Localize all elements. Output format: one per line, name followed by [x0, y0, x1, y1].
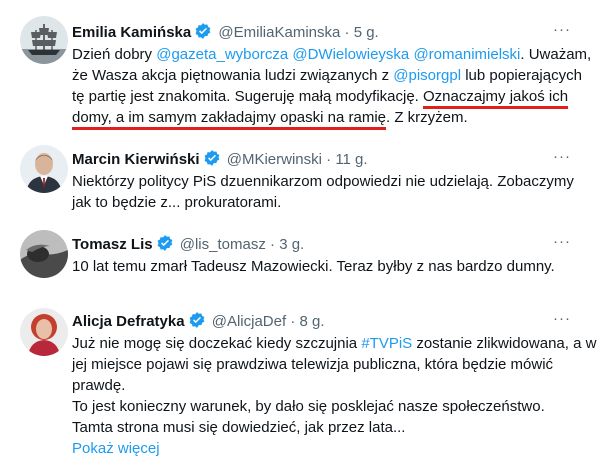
mention-link[interactable]: @pisorgpl [393, 67, 461, 84]
more-options-icon[interactable]: ··· [553, 232, 571, 252]
timestamp[interactable]: 8 g. [300, 313, 325, 330]
mention-link[interactable]: @gazeta_wyborcza [156, 46, 288, 63]
more-options-icon[interactable]: ··· [553, 20, 571, 40]
hashtag-link[interactable]: #TVPiS [361, 335, 412, 352]
more-options-icon[interactable]: ··· [553, 309, 571, 329]
verified-badge-icon [194, 22, 212, 46]
mention-link[interactable]: @romanimielski [413, 46, 520, 63]
avatar[interactable] [20, 145, 68, 193]
text-line: Tamta strona musi się dowiedzieć, jak pr… [72, 419, 406, 436]
show-more-link[interactable]: Pokaż więcej [72, 438, 597, 459]
timestamp[interactable]: 5 g. [354, 24, 379, 41]
author-handle[interactable]: @EmiliaKaminska [218, 24, 340, 41]
author-name[interactable]: Tomasz Lis [72, 236, 153, 253]
tweet-text: Już nie mogę się doczekać kiedy szczujni… [72, 333, 597, 438]
separator: · [326, 151, 332, 168]
tweet-text: Dzień dobry @gazeta_wyborcza @DWielowiey… [72, 44, 597, 128]
timestamp[interactable]: 11 g. [335, 151, 367, 168]
verified-badge-icon [188, 311, 206, 335]
verified-badge-icon [156, 234, 174, 258]
tweet-header: Alicja Defratyka @AlicjaDef · 8 g. ··· [72, 309, 597, 331]
author-handle[interactable]: @lis_tomasz [180, 236, 266, 253]
tweet-header: Marcin Kierwiński @MKierwinski · 11 g. ·… [72, 147, 597, 169]
tweet-text: Niektórzy politycy PiS dzuennikarzom odp… [72, 173, 574, 211]
more-options-icon[interactable]: ··· [553, 147, 571, 167]
tweet-text: 10 lat temu zmarł Tadeusz Mazowiecki. Te… [72, 258, 555, 275]
mention-link[interactable]: @DWielowieyska [292, 46, 409, 63]
tweet-header: Emilia Kamińska @EmiliaKaminska · 5 g. ·… [72, 20, 597, 42]
separator: · [344, 24, 350, 41]
author-name[interactable]: Alicja Defratyka [72, 313, 185, 330]
author-name[interactable]: Marcin Kierwiński [72, 151, 200, 168]
timestamp[interactable]: 3 g. [279, 236, 304, 253]
author-name[interactable]: Emilia Kamińska [72, 24, 191, 41]
separator: · [270, 236, 276, 253]
text-line: Już nie mogę się doczekać kiedy szczujni… [72, 333, 597, 396]
author-handle[interactable]: @MKierwinski [227, 151, 322, 168]
tweet-header: Tomasz Lis @lis_tomasz · 3 g. ··· [72, 232, 597, 254]
separator: · [290, 313, 296, 330]
text-segment: . Z krzyżem. [386, 109, 468, 126]
avatar[interactable] [20, 308, 68, 356]
verified-badge-icon [203, 149, 221, 173]
text-segment: Już nie mogę się doczekać kiedy szczujni… [72, 335, 362, 352]
avatar[interactable] [20, 16, 68, 64]
text-segment: Dzień dobry [72, 46, 157, 63]
avatar[interactable] [20, 230, 68, 278]
author-handle[interactable]: @AlicjaDef [212, 313, 286, 330]
text-line: To jest konieczny warunek, by dało się p… [72, 398, 545, 415]
